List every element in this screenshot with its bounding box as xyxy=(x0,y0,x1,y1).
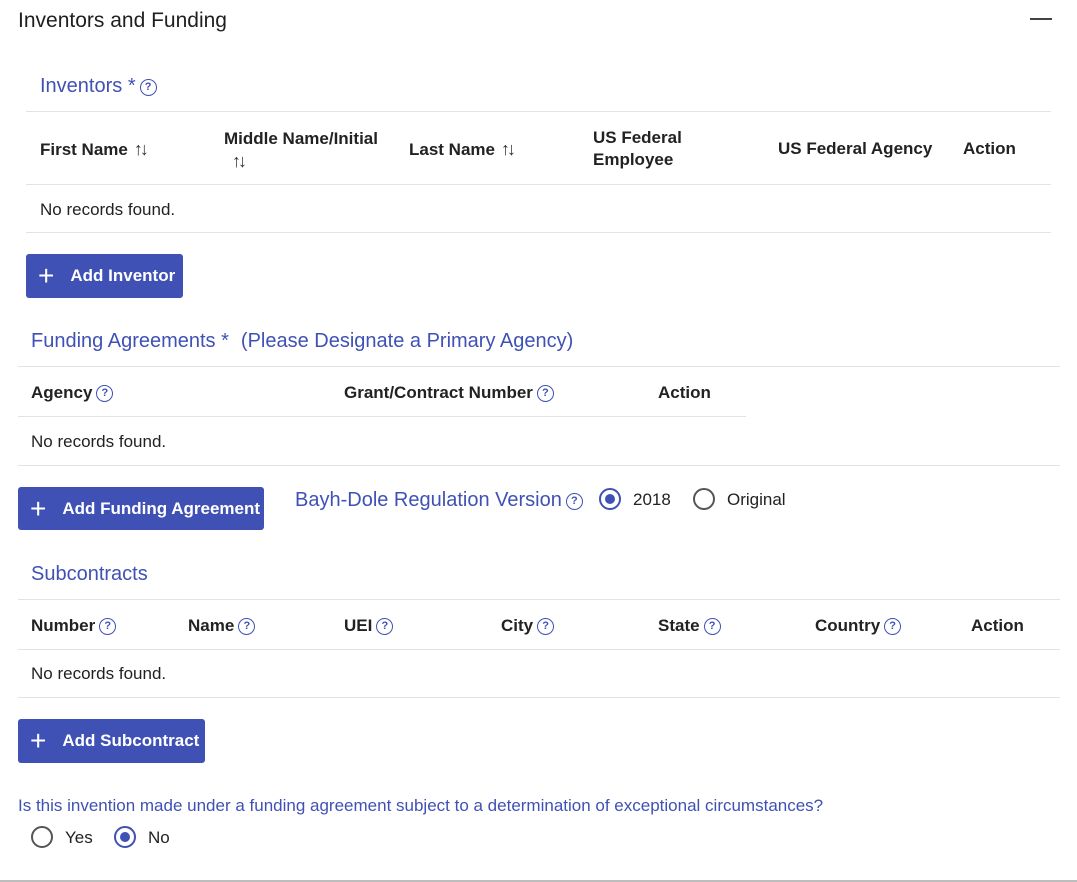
funding-title-text: Funding Agreements * xyxy=(31,330,229,352)
column-header-federal-employee: US Federal Employee xyxy=(593,128,682,169)
column-label: UEI xyxy=(344,616,373,635)
add-funding-agreement-button[interactable]: + Add Funding Agreement xyxy=(18,487,264,530)
column-label: City xyxy=(501,616,534,635)
divider xyxy=(18,697,1060,698)
button-label: Add Inventor xyxy=(70,266,176,285)
help-circle-icon[interactable]: ? xyxy=(96,385,114,402)
inventors-title: Inventors *? xyxy=(40,74,157,98)
column-label: State xyxy=(658,616,700,635)
column-label: First Name xyxy=(40,140,128,159)
button-label: Add Subcontract xyxy=(62,731,200,750)
column-header-action: Action xyxy=(971,616,1024,635)
radio-label-2018: 2018 xyxy=(633,490,671,509)
radio-label-yes: Yes xyxy=(65,828,93,847)
radio-original[interactable] xyxy=(693,488,715,510)
inventors-title-text: Inventors * xyxy=(40,75,136,97)
column-label: Number xyxy=(31,616,96,635)
column-label: Agency xyxy=(31,383,93,402)
plus-icon: + xyxy=(30,725,47,756)
regulation-label-text: Bayh-Dole Regulation Version xyxy=(295,489,562,511)
funding-title: Funding Agreements * (Please Designate a … xyxy=(31,329,573,353)
help-circle-icon[interactable]: ? xyxy=(99,618,117,635)
help-circle-icon[interactable]: ? xyxy=(703,618,721,635)
sort-icon[interactable]: ↑↓ xyxy=(232,151,247,171)
sort-icon[interactable]: ↑↓ xyxy=(501,139,516,159)
divider xyxy=(26,232,1051,233)
plus-icon: + xyxy=(30,492,47,524)
subcontracts-title: Subcontracts xyxy=(31,563,148,585)
help-circle-icon[interactable]: ? xyxy=(565,493,583,510)
column-header-agency: Agency? xyxy=(31,382,114,404)
empty-message: No records found. xyxy=(31,664,167,683)
column-header-city: City? xyxy=(501,615,555,637)
divider xyxy=(26,111,1051,112)
column-label: Name xyxy=(188,616,235,635)
divider xyxy=(18,366,1060,367)
column-header-grant-number: Grant/Contract Number? xyxy=(344,382,554,404)
column-header-state: State? xyxy=(658,615,721,637)
add-inventor-button[interactable]: + Add Inventor xyxy=(26,254,183,298)
column-label: Grant/Contract Number xyxy=(344,383,533,402)
add-subcontract-button[interactable]: + Add Subcontract xyxy=(18,719,205,763)
column-label: Country xyxy=(815,616,881,635)
help-circle-icon[interactable]: ? xyxy=(884,618,902,635)
divider xyxy=(18,649,1060,650)
radio-label-original: Original xyxy=(727,490,786,509)
empty-message: No records found. xyxy=(40,200,176,219)
divider xyxy=(18,465,1060,466)
column-header-action: Action xyxy=(658,383,711,402)
column-header-number: Number? xyxy=(31,615,117,637)
sort-icon[interactable]: ↑↓ xyxy=(134,139,149,159)
divider xyxy=(26,184,1051,185)
column-header-country: Country? xyxy=(815,615,902,637)
minus-icon[interactable] xyxy=(1030,18,1052,20)
plus-icon: + xyxy=(38,260,55,291)
column-header-action: Action xyxy=(963,139,1016,158)
button-label: Add Funding Agreement xyxy=(62,498,261,518)
radio-no[interactable] xyxy=(114,826,136,848)
radio-label-no: No xyxy=(148,828,170,847)
column-header-last-name[interactable]: Last Name ↑↓ xyxy=(409,138,516,161)
column-header-uei: UEI? xyxy=(344,615,394,637)
regulation-version-label: Bayh-Dole Regulation Version? xyxy=(295,488,583,512)
panel-title: Inventors and Funding xyxy=(18,9,227,32)
empty-message: No records found. xyxy=(31,432,167,451)
divider xyxy=(18,416,746,417)
exceptional-circumstances-question: Is this invention made under a funding a… xyxy=(18,796,824,815)
column-header-middle-name[interactable]: Middle Name/Initial ↑↓ xyxy=(224,128,394,173)
column-label: Middle Name/Initial xyxy=(224,129,378,148)
help-circle-icon[interactable]: ? xyxy=(238,618,256,635)
help-circle-icon[interactable]: ? xyxy=(536,385,554,402)
radio-2018[interactable] xyxy=(599,488,621,510)
radio-yes[interactable] xyxy=(31,826,53,848)
help-circle-icon[interactable]: ? xyxy=(537,618,555,635)
help-circle-icon[interactable]: ? xyxy=(139,79,157,96)
divider xyxy=(18,599,1060,600)
column-header-federal-agency: US Federal Agency xyxy=(778,139,933,158)
column-header-first-name[interactable]: First Name ↑↓ xyxy=(40,138,149,161)
column-label: Last Name xyxy=(409,140,495,159)
column-header-name: Name? xyxy=(188,615,256,637)
help-circle-icon[interactable]: ? xyxy=(376,618,394,635)
funding-note: (Please Designate a Primary Agency) xyxy=(240,330,574,352)
